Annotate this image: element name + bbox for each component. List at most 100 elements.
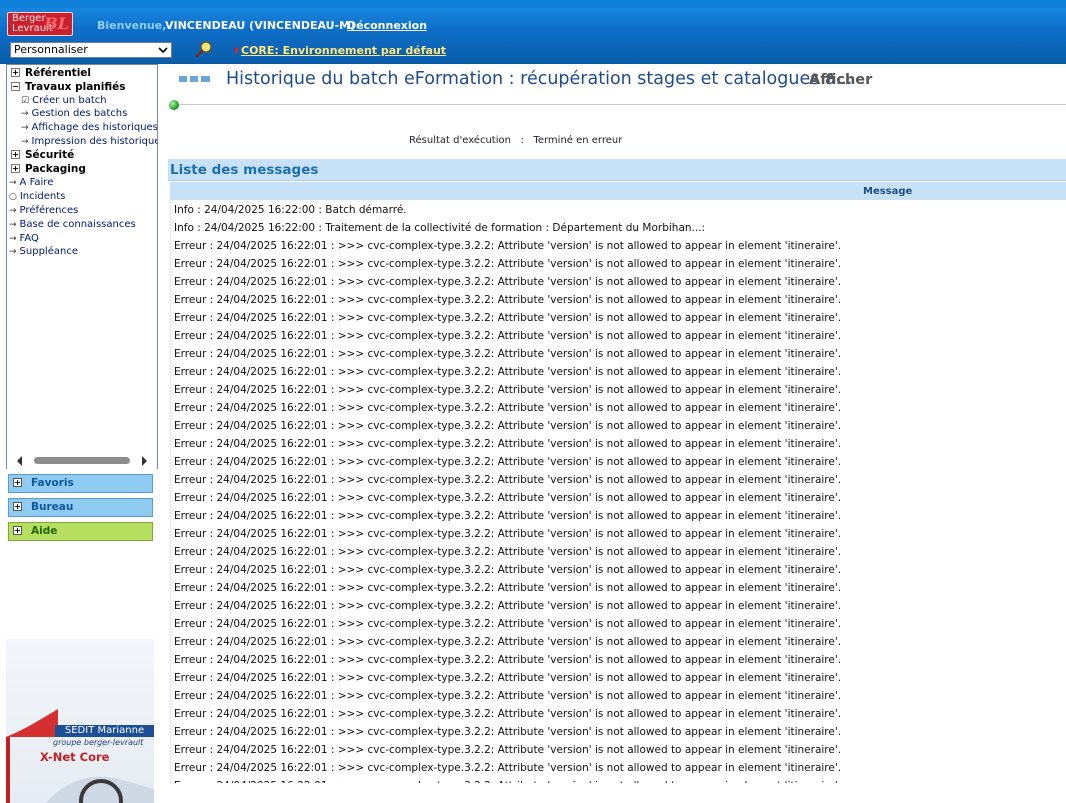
- arrow-right-icon: →: [9, 220, 17, 230]
- table-row: Erreur : 24/04/2025 16:22:01 : >>> cvc-c…: [174, 258, 842, 270]
- tree-item-suppleance[interactable]: → Suppléance: [9, 245, 78, 259]
- table-row: Erreur : 24/04/2025 16:22:01 : >>> cvc-c…: [174, 330, 842, 342]
- scroll-left-icon[interactable]: [17, 456, 22, 466]
- tree-item-a-faire[interactable]: → A Faire: [9, 176, 53, 190]
- messages-section-title: Liste des messages: [168, 159, 1066, 181]
- table-row: Info : 24/04/2025 16:22:00 : Traitement …: [174, 222, 706, 234]
- status-green-dot-icon: [169, 100, 179, 110]
- afficher-button[interactable]: Afficher: [809, 72, 872, 88]
- tree-item-label: Suppléance: [19, 246, 78, 257]
- product-artwork: [6, 709, 154, 803]
- arrow-right-icon: →: [9, 234, 17, 244]
- panel-aide[interactable]: + Aide: [8, 522, 153, 541]
- table-row: Erreur : 24/04/2025 16:22:01 : >>> cvc-c…: [174, 564, 842, 576]
- panel-label: Favoris: [31, 477, 74, 489]
- table-row: Erreur : 24/04/2025 16:22:01 : >>> cvc-c…: [174, 420, 842, 432]
- result-value: Terminé en erreur: [533, 135, 623, 146]
- table-row: Erreur : 24/04/2025 16:22:01 : >>> cvc-c…: [174, 402, 842, 414]
- panel-label: Bureau: [31, 501, 74, 513]
- tree-item-preferences[interactable]: → Préférences: [9, 204, 78, 218]
- main-content: Historique du batch eFormation : récupér…: [161, 64, 1066, 803]
- tree-item-creer-un-batch[interactable]: ☑ Créer un batch: [21, 94, 107, 108]
- tree-item-label: Gestion des batchs: [31, 108, 128, 119]
- scroll-thumb[interactable]: [34, 457, 130, 464]
- arrow-right-icon: →: [21, 137, 29, 147]
- tree-item-faq[interactable]: → FAQ: [9, 232, 39, 246]
- table-row: Erreur : 24/04/2025 16:22:01 : >>> cvc-c…: [174, 384, 842, 396]
- panel-bureau[interactable]: + Bureau: [8, 498, 153, 517]
- expand-icon[interactable]: +: [11, 163, 20, 173]
- xnet-core-label: X-Net Core: [40, 750, 110, 764]
- tree-item-packaging[interactable]: + Packaging: [11, 163, 86, 176]
- table-row: Erreur : 24/04/2025 16:22:01 : >>> cvc-c…: [174, 654, 842, 666]
- tree-item-label: Impression des historiques: [31, 136, 158, 147]
- messages-table-header: Message: [170, 181, 1066, 200]
- table-row: Erreur : 24/04/2025 16:22:01 : >>> cvc-c…: [174, 312, 842, 324]
- expand-icon[interactable]: +: [11, 67, 20, 77]
- table-row: Erreur : 24/04/2025 16:22:01 : >>> cvc-c…: [174, 777, 841, 783]
- tree-item-label: Travaux planifiés: [25, 81, 126, 93]
- tree-item-travaux-planifies[interactable]: − Travaux planifiés: [11, 81, 126, 94]
- tree-item-gestion-des-batchs[interactable]: → Gestion des batchs: [21, 107, 127, 121]
- tree-item-label: Affichage des historiques: [31, 122, 158, 133]
- table-row: Erreur : 24/04/2025 16:22:01 : >>> cvc-c…: [174, 744, 842, 756]
- tree-item-base-connaissances[interactable]: → Base de connaissances: [9, 218, 136, 232]
- table-row: Erreur : 24/04/2025 16:22:01 : >>> cvc-c…: [174, 510, 842, 522]
- environment-link[interactable]: CORE: Environnement par défaut: [241, 44, 446, 57]
- table-row: Erreur : 24/04/2025 16:22:01 : >>> cvc-c…: [174, 294, 842, 306]
- tree-item-label: Référentiel: [25, 67, 92, 79]
- logout-link[interactable]: Déconnexion: [347, 19, 427, 32]
- table-row: Erreur : 24/04/2025 16:22:01 : >>> cvc-c…: [174, 690, 842, 702]
- header-topline: [0, 0, 1066, 8]
- messages-table-body[interactable]: Info : 24/04/2025 16:22:00 : Batch démar…: [170, 200, 1066, 783]
- column-header-message[interactable]: Message: [863, 182, 912, 201]
- tree-item-label: Incidents: [19, 191, 66, 202]
- table-row: Erreur : 24/04/2025 16:22:01 : >>> cvc-c…: [174, 618, 842, 630]
- title-bars-icon: [179, 76, 211, 84]
- arrow-right-icon: →: [9, 206, 17, 216]
- sidebar: + Référentiel − Travaux planifiés ☑ Créer u…: [0, 64, 161, 803]
- arrow-right-icon: →: [21, 109, 29, 119]
- tree-item-label: Base de connaissances: [19, 219, 136, 230]
- table-row: Erreur : 24/04/2025 16:22:01 : >>> cvc-c…: [174, 474, 842, 486]
- page-title: Historique du batch eFormation : récupér…: [226, 69, 853, 89]
- magnifier-icon[interactable]: [194, 40, 214, 58]
- tree-horizontal-scrollbar[interactable]: [6, 451, 158, 469]
- arrow-right-icon: →: [21, 123, 29, 133]
- tree-item-label: Sécurité: [25, 149, 75, 161]
- tree-item-impression-historiques[interactable]: → Impression des historiques: [21, 135, 158, 149]
- tree-item-referentiel[interactable]: + Référentiel: [11, 67, 91, 80]
- logo-mark: BL: [44, 14, 69, 33]
- personnaliser-select[interactable]: Personnaliser: [10, 42, 172, 58]
- navigation-tree: + Référentiel − Travaux planifiés ☑ Créer u…: [6, 64, 158, 469]
- arrow-right-icon: →: [9, 178, 17, 188]
- tree-item-label: Packaging: [25, 163, 86, 175]
- table-row: Erreur : 24/04/2025 16:22:01 : >>> cvc-c…: [174, 492, 842, 504]
- tree-item-securite[interactable]: + Sécurité: [11, 149, 74, 162]
- table-row: Erreur : 24/04/2025 16:22:01 : >>> cvc-c…: [174, 240, 842, 252]
- result-separator: :: [520, 135, 524, 146]
- tree-item-label: FAQ: [19, 233, 39, 244]
- chevron-down-icon: [158, 47, 168, 54]
- speech-bubble-icon: ○: [9, 192, 17, 202]
- table-row: Erreur : 24/04/2025 16:22:01 : >>> cvc-c…: [174, 582, 842, 594]
- tree-item-label: Créer un batch: [32, 95, 107, 106]
- execution-result: Résultat d'exécution : Terminé en erreur: [409, 135, 622, 146]
- scroll-right-icon[interactable]: [142, 456, 147, 466]
- table-row: Erreur : 24/04/2025 16:22:01 : >>> cvc-c…: [174, 762, 842, 774]
- tree-item-affichage-historiques[interactable]: → Affichage des historiques: [21, 121, 158, 135]
- groupe-label: groupe berger-levrault: [53, 738, 144, 747]
- personnaliser-value: Personnaliser: [14, 43, 88, 56]
- title-divider: [178, 104, 1066, 105]
- expand-icon[interactable]: +: [11, 149, 20, 159]
- expand-icon: +: [13, 502, 22, 511]
- collapse-icon[interactable]: −: [11, 81, 20, 91]
- table-row: Info : 24/04/2025 16:22:00 : Batch démar…: [174, 204, 407, 216]
- expand-icon: +: [13, 478, 22, 487]
- sedit-label: SEDIT Marianne: [55, 725, 154, 737]
- tree-item-incidents[interactable]: ○ Incidents: [9, 190, 65, 204]
- table-row: Erreur : 24/04/2025 16:22:01 : >>> cvc-c…: [174, 546, 842, 558]
- table-row: Erreur : 24/04/2025 16:22:01 : >>> cvc-c…: [174, 636, 842, 648]
- panel-favoris[interactable]: + Favoris: [8, 474, 153, 493]
- app-header: Berger Levrault BL Bienvenue, VINCENDEAU…: [0, 0, 1066, 64]
